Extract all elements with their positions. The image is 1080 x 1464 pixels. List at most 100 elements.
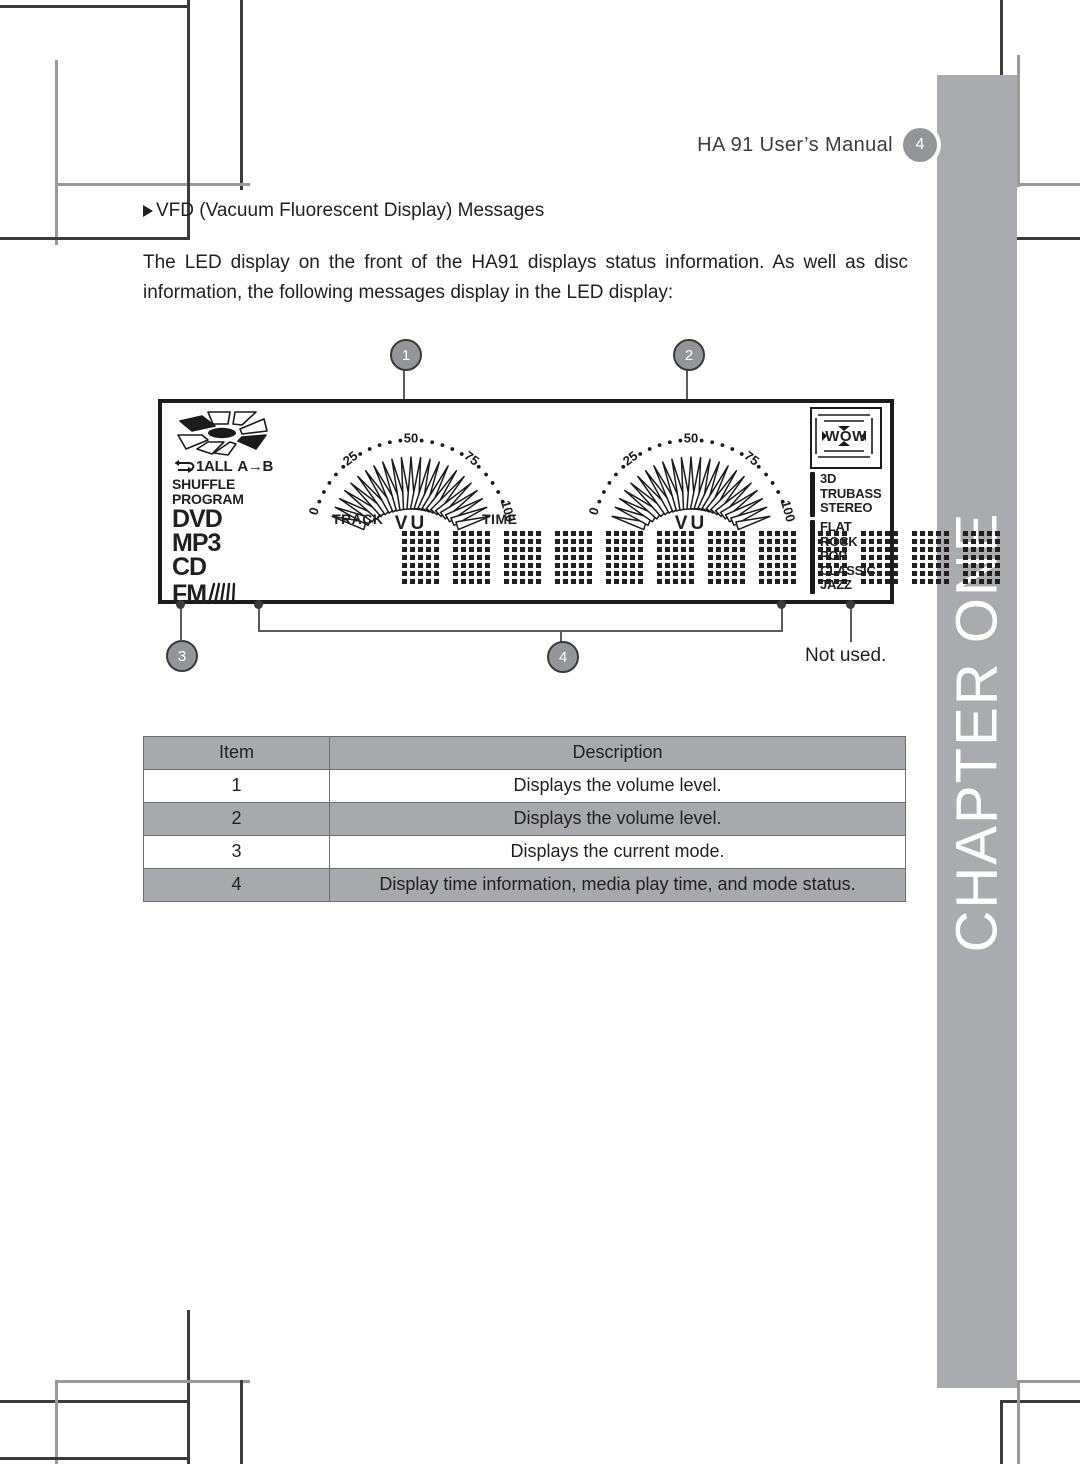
fm-indicator-row: FM [172, 579, 282, 607]
cell-item: 2 [143, 802, 330, 836]
track-label: TRACK [332, 511, 384, 527]
intro-paragraph: The LED display on the front of the HA91… [143, 252, 908, 303]
eq-preset-pop: POP [820, 548, 847, 563]
sound-mode-3d: 3D [820, 471, 837, 486]
vu-scale-dot [484, 472, 488, 477]
not-used-anchor [846, 600, 855, 609]
sound-mode-bar-icon [810, 472, 815, 517]
callout-anchor-4-right [777, 600, 786, 609]
page-header: HA 91 User’s Manual 4 [697, 128, 937, 162]
repeat-icon [174, 460, 195, 473]
vu-scale-dot [720, 443, 725, 448]
page-number-badge: 4 [903, 128, 937, 162]
vfd-display-panel: 1 ALL A→B SHUFFLE PROGRAM DVD MP3 CD FM [158, 399, 1000, 607]
dot-matrix-cell [759, 531, 796, 584]
vfd-item-table: Item Description 1 Displays the volume le… [143, 736, 906, 902]
vu-scale-dot [430, 440, 435, 445]
callout-marker-2: 2 [673, 339, 705, 371]
callout-leader-2 [686, 367, 688, 399]
not-used-leader [850, 604, 852, 642]
callout-anchor-4-left [254, 600, 263, 609]
repeat-one-label: 1 [196, 458, 205, 475]
vu-scale-dot [607, 481, 612, 485]
sound-mode-group: 3D TRUBASS STEREO [810, 471, 884, 517]
cell-description: Displays the volume level. [329, 769, 906, 803]
vu-scale-dot [490, 481, 495, 485]
vu-scale-dot [476, 464, 481, 469]
eq-preset-flat: FLAT [820, 519, 852, 534]
vu-scale-dot [764, 472, 768, 477]
shuffle-indicator: SHUFFLE [172, 476, 236, 492]
dot-matrix-cell [555, 531, 592, 584]
cell-item: 3 [143, 835, 330, 869]
chapter-tab: CHAPTER ONE [937, 75, 1017, 1388]
vu-scale-dot [776, 490, 781, 494]
vu-scale-dot [367, 447, 372, 451]
dot-matrix-cell [963, 531, 1000, 584]
callout-bracket-4-span [258, 630, 783, 632]
table-row: 3 Displays the current mode. [143, 835, 906, 869]
dot-matrix-cell [453, 531, 490, 584]
vfd-mode-column: 1 ALL A→B SHUFFLE PROGRAM DVD MP3 CD FM [170, 407, 282, 607]
repeat-ab-label: A→B [237, 458, 274, 475]
disc-icon [172, 409, 272, 457]
callout-marker-3: 3 [166, 640, 198, 672]
wow-logo-box: WOW [810, 407, 882, 469]
vu-scale-label: 50 [404, 430, 418, 445]
vu-scale-dot [321, 490, 326, 494]
dot-matrix-display [402, 531, 1000, 584]
dot-matrix-cell [606, 531, 643, 584]
signal-strength-icon [207, 582, 236, 605]
eq-preset-list: FLAT ROCK POP CLASSIC JAZZ [820, 519, 876, 594]
callout-marker-1: 1 [390, 339, 422, 371]
vu-scale-dot [419, 438, 424, 443]
page-title: HA 91 User’s Manual [697, 133, 893, 156]
eq-preset-group: FLAT ROCK POP CLASSIC JAZZ [810, 519, 884, 594]
vu-scale-dot [450, 447, 455, 451]
vu-meter-right: 0 25 50 75 100 VU [574, 421, 808, 534]
table-header-row: Item Description [143, 736, 906, 770]
dot-matrix-cell [912, 531, 949, 584]
cell-description: Displays the volume level. [329, 802, 906, 836]
mp3-indicator: MP3 [172, 529, 221, 557]
table-row: 4 Display time information, media play ti… [143, 868, 906, 902]
dot-matrix-cell [402, 531, 439, 584]
table-row: 2 Displays the volume level. [143, 802, 906, 836]
callout-anchor-3 [176, 600, 185, 609]
eq-preset-jazz: JAZZ [820, 577, 852, 592]
vu-scale-dot [327, 481, 332, 485]
cd-indicator: CD [172, 553, 207, 581]
sound-mode-trubass: TRUBASS [820, 485, 882, 501]
vu-scale-dot [398, 438, 403, 443]
vfd-effects-column: WOW 3D TRUBASS STEREO FLAT ROCK POP CLAS… [810, 407, 884, 594]
callout-leader-1 [403, 367, 405, 399]
column-header-description: Description [329, 736, 906, 770]
callout-marker-4: 4 [547, 641, 579, 673]
vu-scale-dot [710, 440, 715, 445]
dot-matrix-cell [504, 531, 541, 584]
cell-description: Display time information, media play tim… [329, 868, 906, 902]
vu-scale-dot [667, 440, 672, 445]
vu-scale-label: 50 [684, 430, 698, 445]
eq-preset-bar-icon [810, 520, 815, 594]
vu-scale-dot [341, 464, 346, 469]
time-label: TIME [482, 511, 518, 527]
vu-scale-dot [699, 438, 704, 443]
vu-scale-dot [614, 472, 618, 477]
vu-scale-dot [597, 499, 602, 504]
repeat-indicator-row: 1 ALL A→B [172, 458, 282, 475]
cell-item: 1 [143, 769, 330, 803]
vu-scale-dot [647, 447, 652, 451]
vu-scale-dot [678, 438, 683, 443]
vu-scale-dot [317, 499, 322, 504]
column-header-item: Item [143, 736, 330, 770]
dot-matrix-cell [708, 531, 745, 584]
cell-description: Displays the current mode. [329, 835, 906, 869]
cell-item: 4 [143, 868, 330, 902]
callout-leader-3 [180, 604, 182, 640]
vu-scale-dot [657, 443, 662, 448]
vu-scale-dot [440, 443, 445, 448]
dvd-indicator: DVD [172, 505, 223, 533]
vu-scale-dot [601, 490, 606, 494]
dot-matrix-cell [657, 531, 694, 584]
